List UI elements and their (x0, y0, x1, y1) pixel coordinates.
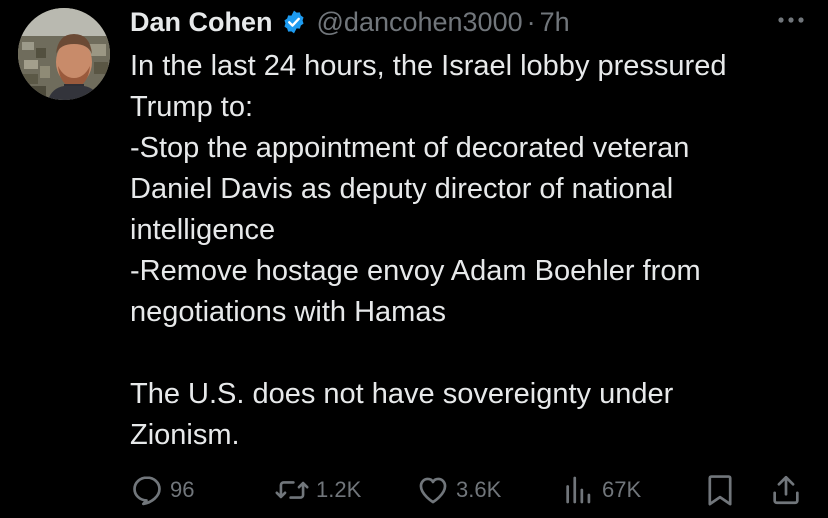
share-button[interactable] (770, 470, 802, 510)
repost-count: 1.2K (316, 477, 362, 502)
handle[interactable]: @dancohen3000 (317, 7, 523, 38)
verified-badge-icon (281, 9, 307, 35)
tweet-text-line: Trump to: (130, 91, 254, 123)
tweet-text-line: Zionism. (130, 419, 240, 451)
views-icon (566, 476, 591, 504)
bookmark-icon (708, 475, 732, 506)
avatar-photo (18, 8, 110, 100)
reply-icon (133, 476, 161, 506)
tweet-text-line: -Stop the appointment of decorated veter… (130, 132, 690, 164)
tweet-text-line: In the last 24 hours, the Israel lobby p… (130, 50, 727, 82)
like-button[interactable]: 3.6K (416, 470, 501, 510)
tweet: Dan Cohen @dancohen3000 · 7h In the last… (0, 0, 828, 518)
views-count: 67K (602, 477, 642, 502)
heart-icon (419, 477, 447, 504)
timestamp[interactable]: 7h (540, 7, 570, 38)
reply-button[interactable]: 96 (130, 470, 194, 510)
tweet-text-line: -Remove hostage envoy Adam Boehler from (130, 255, 701, 287)
like-count: 3.6K (456, 477, 502, 502)
repost-button[interactable]: 1.2K (274, 470, 361, 510)
action-bar: 96 1.2K 3.6K 67K (130, 470, 810, 510)
repost-icon (275, 481, 309, 499)
tweet-text: In the last 24 hours, the Israel lobby p… (130, 46, 810, 456)
tweet-header: Dan Cohen @dancohen3000 · 7h (130, 2, 570, 42)
views-button[interactable]: 67K (562, 470, 641, 510)
tweet-text-line: Daniel Davis as deputy director of natio… (130, 173, 674, 205)
avatar[interactable] (18, 8, 110, 100)
tweet-text-line: The U.S. does not have sovereignty under (130, 378, 674, 410)
tweet-text-line: negotiations with Hamas (130, 296, 446, 328)
bookmark-button[interactable] (704, 470, 736, 510)
display-name[interactable]: Dan Cohen (130, 7, 273, 38)
tweet-text-line (130, 333, 810, 374)
separator-dot: · (526, 6, 536, 37)
share-icon (773, 475, 799, 505)
more-options-icon[interactable] (776, 10, 806, 30)
reply-count: 96 (170, 477, 195, 502)
tweet-text-line: intelligence (130, 214, 276, 246)
